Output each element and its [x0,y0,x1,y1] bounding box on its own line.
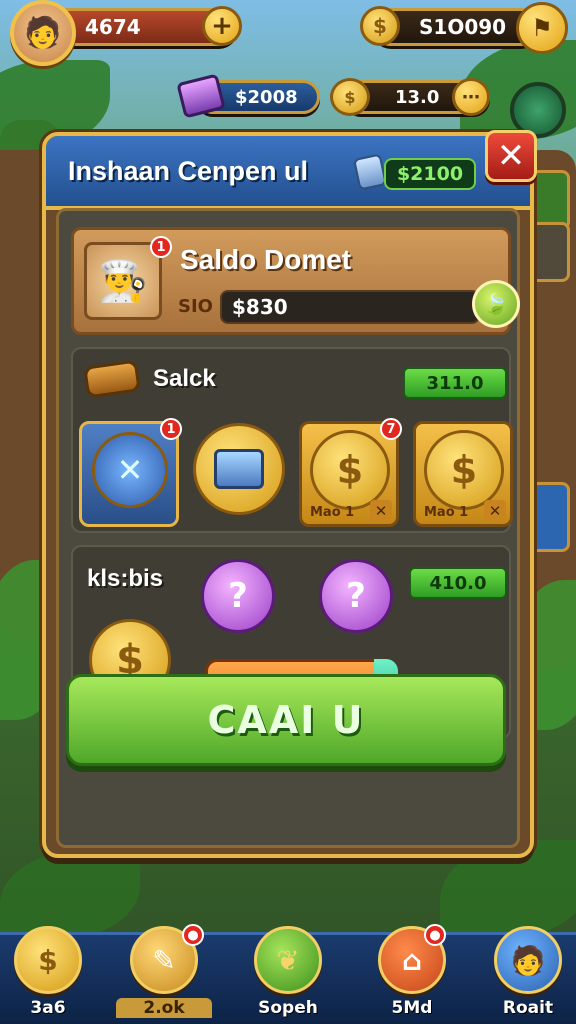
chest-icon [214,449,264,489]
nav-home[interactable]: ❦ Sopeh [240,920,336,1024]
player-card-avatar: 👨‍🍳 [84,242,162,320]
nav-coins[interactable]: $ 3a6 [0,920,96,1024]
side-event-chip[interactable] [530,482,570,552]
chef-face-icon: 👨‍🍳 [98,258,148,305]
leaf-action-button[interactable]: 🍃 [472,280,520,328]
tile-label: Mao 1 [310,505,355,520]
nav-label: 5Md [391,998,433,1018]
player-sub-label: SIO [178,296,213,317]
player-balance-bar: $830 [220,290,480,324]
dollar-coin-icon: $ [310,430,390,510]
player-notification-badge: 1 [150,236,172,258]
nav-tools[interactable]: ✎ ● 2.ok [116,920,212,1024]
purple-token-icon[interactable]: ? [319,559,393,633]
side-box-chip[interactable] [530,222,570,282]
section-stack-chip: 311.0 [403,367,507,399]
panel-header: Inshaan Cenpen ul $2100 [46,136,530,210]
nav-label: Sopeh [258,998,318,1018]
leaf-nav-icon: ❦ [254,926,322,994]
tile-x-icon: ✕ [484,500,506,522]
coin-stack-value: 13.0 [395,86,440,108]
player-name: Saldo Domet [180,244,352,275]
nav-badge: ● [182,924,204,946]
close-button[interactable]: ✕ [485,130,537,182]
nav-label: 3a6 [30,998,66,1018]
profile-nav-icon: 🧑 [494,926,562,994]
section-bonus-title: kls:bis [87,565,164,592]
item-tile-coin[interactable]: $ Mao 1 ✕ [413,421,513,527]
player-face-icon: 🧑 [24,15,62,51]
section-stack-title: Salck [153,365,216,392]
wood-log-icon [83,359,141,399]
shop-panel: Inshaan Cenpen ul $2100 ✕ 👨‍🍳 1 Saldo Do… [42,130,537,858]
item-tile-coin[interactable]: $ 7 Mao 1 ✕ [299,418,402,527]
nav-shop[interactable]: ⌂ ● 5Md [364,920,460,1024]
coin-nav-icon: $ [14,926,82,994]
purple-token-icon[interactable]: ? [201,559,275,633]
coin-stack-icon: $ [330,78,370,116]
player-card: 👨‍🍳 1 Saldo Domet SIO $830 🍃 [71,227,520,335]
header-balance-chip: $2100 [384,158,476,190]
item-tile-card[interactable]: ✕ 1 [79,418,182,527]
coins-value: 4674 [85,15,141,39]
side-quest-chip[interactable] [530,170,570,230]
cash-value: $2008 [235,86,298,108]
item-tile-chest[interactable] [193,423,285,515]
tile-label: Mao 1 [424,505,469,520]
panel-title: Inshaan Cenpen ul [68,156,309,186]
section-stack: Salck 311.0 ✕ 1 $ 7 Mao 1 ✕ $ Mao 1 ✕ [71,347,513,533]
player-balance-value: $830 [232,295,288,319]
main-action-button[interactable]: CAAI U [66,674,506,766]
player-avatar[interactable]: 🧑 [10,0,76,66]
nav-label: 2.ok [116,998,212,1018]
dollar-coin-icon: $ [424,430,504,510]
nav-profile[interactable]: 🧑 Roait [480,920,576,1024]
more-menu-button[interactable]: ⋯ [452,78,490,116]
add-coins-button[interactable]: + [202,6,242,46]
shop-bag-button[interactable]: ⚑ [516,2,568,54]
nav-badge: ● [424,924,446,946]
card-emblem-icon: ✕ [92,432,168,508]
gold-value: S1O090 [419,15,507,39]
tile-x-icon: ✕ [370,500,392,522]
section-bonus-chip: 410.0 [409,567,507,599]
gem-icon [352,153,388,191]
nav-label: Roait [502,998,554,1018]
gold-coin-icon: $ [360,6,400,46]
tile-badge: 1 [160,418,182,440]
tile-badge: 7 [380,418,402,440]
